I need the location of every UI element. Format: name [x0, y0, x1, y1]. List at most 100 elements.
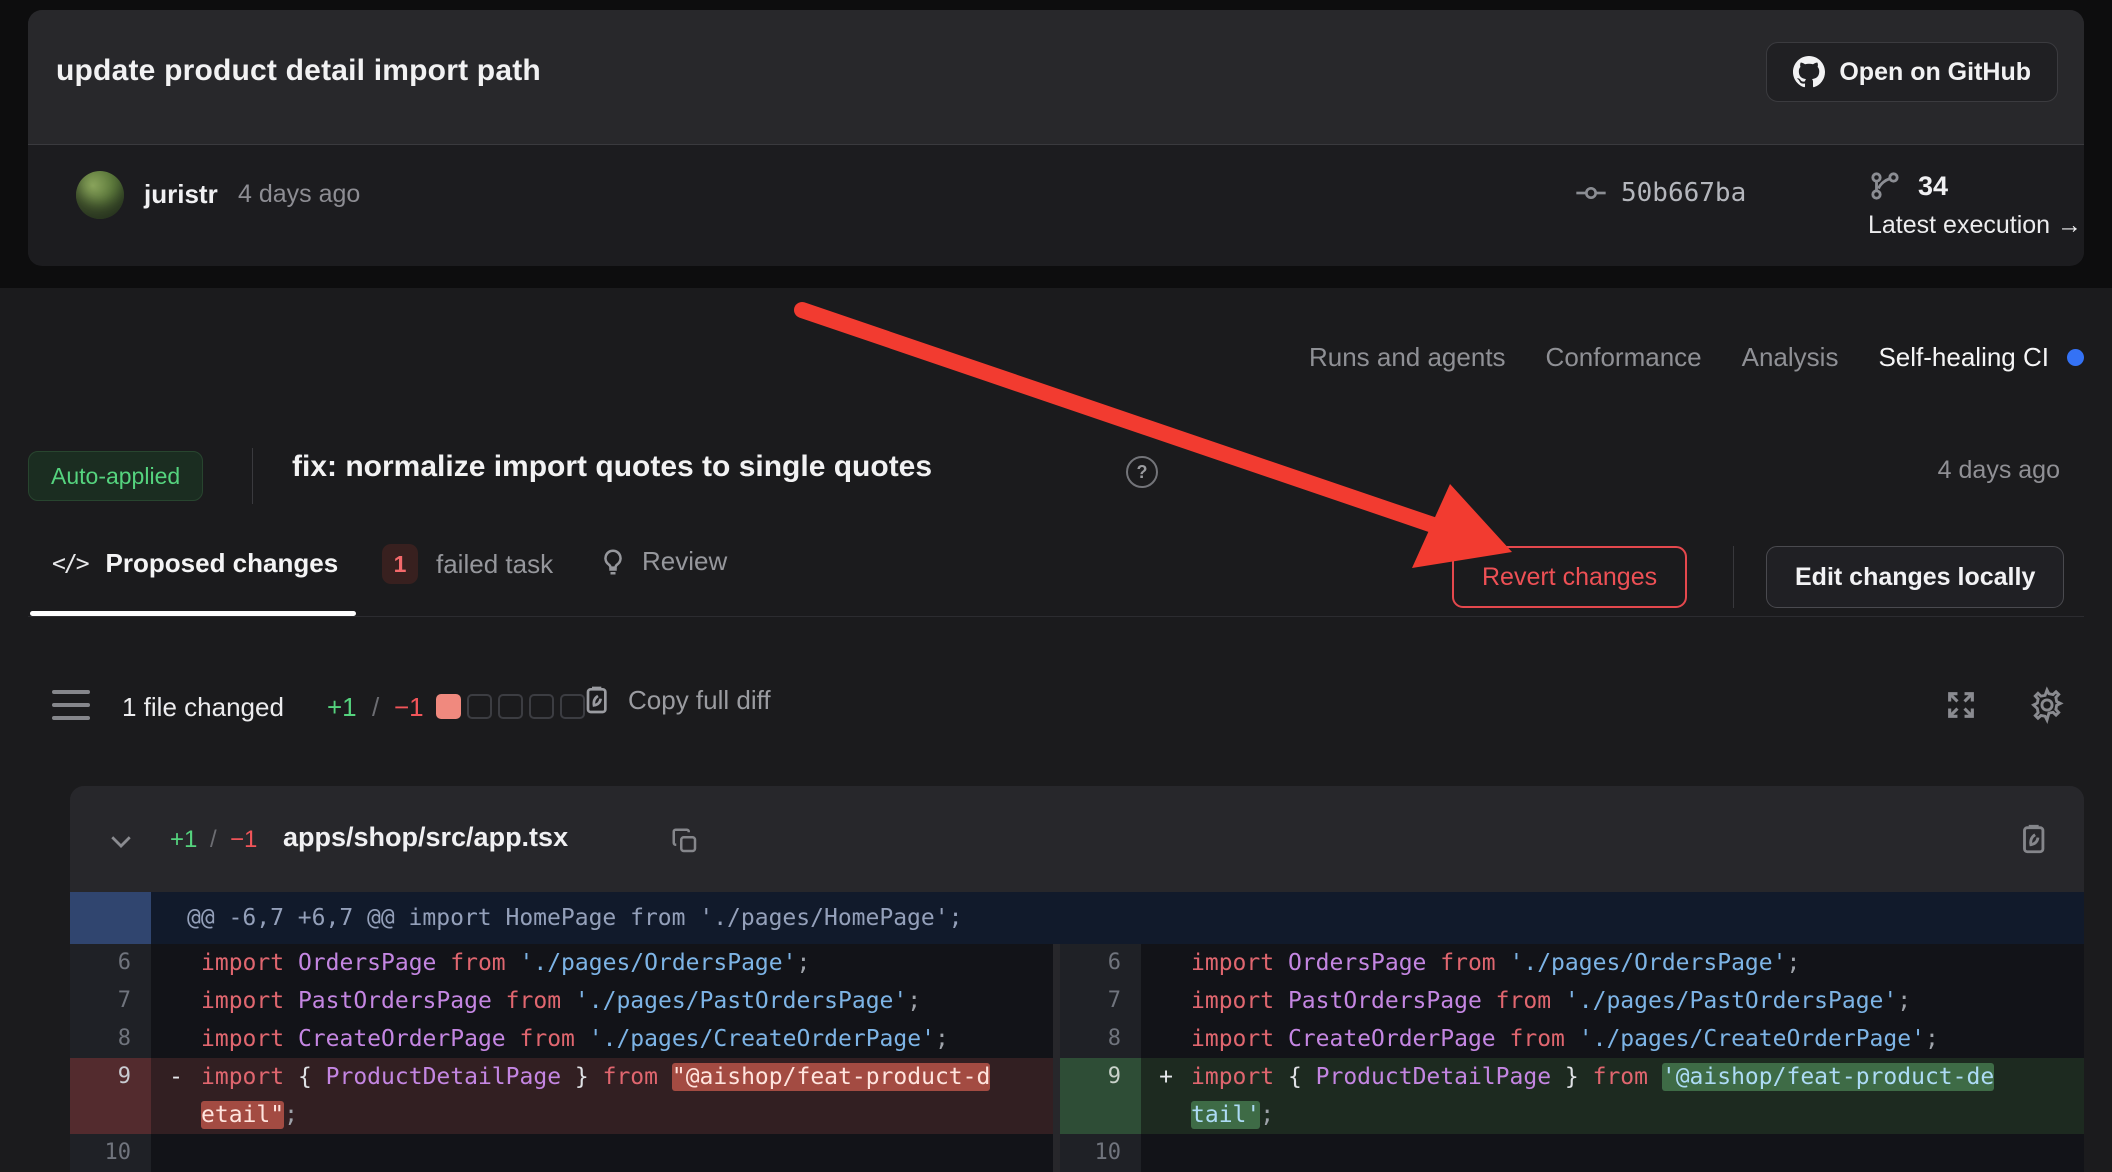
diff-block [467, 694, 492, 719]
stat-slash: / [372, 692, 379, 723]
red-annotation-arrow [760, 288, 1560, 608]
menu-icon[interactable] [52, 690, 90, 720]
execution-count: 34 [1918, 171, 1948, 202]
diff-card: +1 / −1 apps/shop/src/app.tsx @@ -6,7 +6… [70, 786, 2084, 1172]
diff-code-area: 6import OrdersPage from './pages/OrdersP… [70, 944, 2084, 1172]
diff-block [498, 694, 523, 719]
tab-proposed-changes[interactable]: </> Proposed changes [52, 548, 338, 579]
line-number: 8 [1060, 1020, 1141, 1058]
diff-line-7: 7 import PastOrdersPage from './pages/Pas… [1060, 982, 2084, 1020]
help-icon[interactable]: ? [1126, 456, 1158, 488]
page: update product detail import path Open o… [0, 0, 2112, 1172]
nav-runs-and-agents[interactable]: Runs and agents [1309, 342, 1506, 373]
hunk-gutter-marker [70, 892, 151, 944]
diff-line-9: 9+import { ProductDetailPage } from '@ai… [1060, 1058, 2084, 1134]
diff-block [529, 694, 554, 719]
diff-block [436, 694, 461, 719]
diff-sign: - [151, 1058, 201, 1134]
avatar[interactable] [76, 171, 124, 219]
diff-sign [1141, 944, 1191, 982]
copy-file-diff-icon[interactable] [2016, 822, 2050, 856]
commit-card-body: juristr 4 days ago 50b667ba 34 Latest ex… [28, 145, 2084, 265]
tabs-border [28, 616, 2084, 617]
code-text: import CreateOrderPage from './pages/Cre… [201, 1020, 1053, 1058]
latest-execution-link[interactable]: Latest execution → [1868, 211, 2084, 240]
copy-full-diff-button[interactable]: Copy full diff [580, 684, 771, 716]
top-nav: Runs and agents Conformance Analysis Sel… [1309, 342, 2084, 373]
copy-filename-icon[interactable] [670, 826, 700, 856]
page-title: update product detail import path [56, 54, 541, 88]
diff-sign [151, 982, 201, 1020]
revert-changes-button[interactable]: Revert changes [1452, 546, 1687, 608]
diff-sign [151, 1134, 201, 1172]
divider [252, 448, 253, 504]
code-text: import { ProductDetailPage } from '@aish… [1191, 1058, 2084, 1134]
commit-sha-group[interactable]: 50b667ba [1575, 177, 1746, 209]
tab-failed-task[interactable]: 1 failed task [382, 544, 553, 584]
file-additions: +1 [170, 826, 197, 854]
copy-full-diff-label: Copy full diff [628, 685, 771, 716]
commit-sha: 50b667ba [1621, 178, 1746, 208]
fix-time: 4 days ago [1938, 456, 2060, 485]
lightbulb-icon [598, 547, 628, 577]
line-number: 7 [70, 982, 151, 1020]
git-branch-icon [1868, 169, 1902, 203]
diff-line-8: 8 import CreateOrderPage from './pages/Cr… [1060, 1020, 2084, 1058]
open-on-github-button[interactable]: Open on GitHub [1766, 42, 2058, 102]
code-text [1191, 1134, 2084, 1172]
diff-sign [1141, 1020, 1191, 1058]
diff-sign [151, 1020, 201, 1058]
code-text: import PastOrdersPage from './pages/Past… [1191, 982, 2084, 1020]
code-icon: </> [52, 551, 88, 577]
gear-icon[interactable] [2028, 686, 2066, 724]
execution-count-row: 34 [1868, 169, 2084, 203]
github-icon [1793, 56, 1825, 88]
nav-self-healing-ci[interactable]: Self-healing CI [1878, 342, 2049, 373]
diff-pane-old: 6 import OrdersPage from './pages/OrdersP… [70, 944, 1053, 1172]
diff-pane-new: 6 import OrdersPage from './pages/OrdersP… [1060, 944, 2084, 1172]
auto-applied-badge: Auto-applied [28, 451, 203, 501]
diff-line-8: 8 import CreateOrderPage from './pages/Cr… [70, 1020, 1053, 1058]
code-text: import CreateOrderPage from './pages/Cre… [1191, 1020, 2084, 1058]
line-number: 7 [1060, 982, 1141, 1020]
diff-line-6: 6 import OrdersPage from './pages/OrdersP… [1060, 944, 2084, 982]
line-number: 9 [1060, 1058, 1141, 1134]
file-header: +1 / −1 apps/shop/src/app.tsx [70, 786, 2084, 892]
chevron-down-icon[interactable] [106, 826, 136, 856]
line-number: 10 [70, 1134, 151, 1172]
code-text: import PastOrdersPage from './pages/Past… [201, 982, 1053, 1020]
files-changed-label: 1 file changed [122, 692, 284, 723]
code-text: import OrdersPage from './pages/OrdersPa… [201, 944, 1053, 982]
code-text: import { ProductDetailPage } from "@aish… [201, 1058, 1053, 1134]
hunk-header: @@ -6,7 +6,7 @@ import HomePage from './… [70, 892, 2084, 944]
code-text: import OrdersPage from './pages/OrdersPa… [1191, 944, 2084, 982]
line-number: 8 [70, 1020, 151, 1058]
fix-title: fix: normalize import quotes to single q… [292, 450, 932, 484]
diff-line-10: 10 [70, 1134, 1053, 1172]
nav-conformance[interactable]: Conformance [1546, 342, 1702, 373]
diff-sign [1141, 1134, 1191, 1172]
failed-task-count-badge: 1 [382, 544, 418, 584]
tab-failed-task-label: failed task [436, 549, 553, 580]
deletions-stat: −1 [394, 692, 424, 723]
line-number: 9 [70, 1058, 151, 1134]
expand-icon[interactable] [1944, 688, 1978, 722]
diff-line-10: 10 [1060, 1134, 2084, 1172]
line-number: 6 [70, 944, 151, 982]
hunk-header-text: @@ -6,7 +6,7 @@ import HomePage from './… [187, 905, 962, 931]
execution-group: 34 Latest execution → [1868, 169, 2084, 240]
clipboard-icon [580, 684, 612, 716]
tab-review[interactable]: Review [598, 546, 727, 577]
diff-line-9: 9-import { ProductDetailPage } from "@ai… [70, 1058, 1053, 1134]
nav-analysis[interactable]: Analysis [1742, 342, 1839, 373]
status-dot-icon [2067, 349, 2084, 366]
line-number: 6 [1060, 944, 1141, 982]
commit-time: 4 days ago [238, 180, 360, 209]
open-on-github-label: Open on GitHub [1839, 58, 2031, 87]
diff-line-6: 6 import OrdersPage from './pages/OrdersP… [70, 944, 1053, 982]
commit-card-header: update product detail import path Open o… [28, 10, 2084, 145]
code-text [201, 1134, 1053, 1172]
tab-proposed-changes-label: Proposed changes [106, 548, 339, 579]
edit-changes-locally-button[interactable]: Edit changes locally [1766, 546, 2064, 608]
tab-review-label: Review [642, 546, 727, 577]
